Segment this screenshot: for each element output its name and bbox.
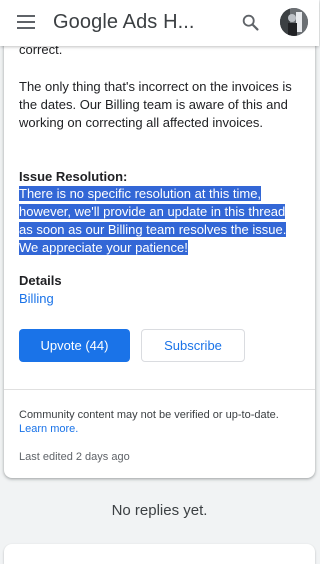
upvote-button[interactable]: Upvote (44) <box>19 329 130 362</box>
no-replies-text: No replies yet. <box>111 502 208 519</box>
selected-text: There is no specific resolution at this … <box>19 186 287 255</box>
menu-icon[interactable] <box>17 15 35 29</box>
last-edited: Last edited 2 days ago <box>19 451 130 463</box>
post-card: correct. The only thing that's incorrect… <box>4 20 315 478</box>
details-billing-link[interactable]: Billing <box>19 290 299 308</box>
app-title: Google Ads H... <box>53 11 195 33</box>
avatar[interactable] <box>280 8 308 36</box>
divider <box>4 389 315 390</box>
details-label: Details <box>19 273 62 288</box>
post-paragraph: The only thing that's incorrect on the i… <box>19 79 292 130</box>
app-bar: Google Ads H... <box>0 0 319 46</box>
reply-card <box>4 544 315 564</box>
resolution-text: There is no specific resolution at this … <box>19 185 299 257</box>
issue-resolution-label: Issue Resolution: <box>19 169 128 184</box>
community-notice: Community content may not be verified or… <box>19 408 304 436</box>
learn-more-link[interactable]: Learn more. <box>19 423 78 435</box>
search-icon[interactable] <box>240 12 262 34</box>
subscribe-button[interactable]: Subscribe <box>141 329 245 362</box>
notice-text: Community content may not be verified or… <box>19 409 279 421</box>
